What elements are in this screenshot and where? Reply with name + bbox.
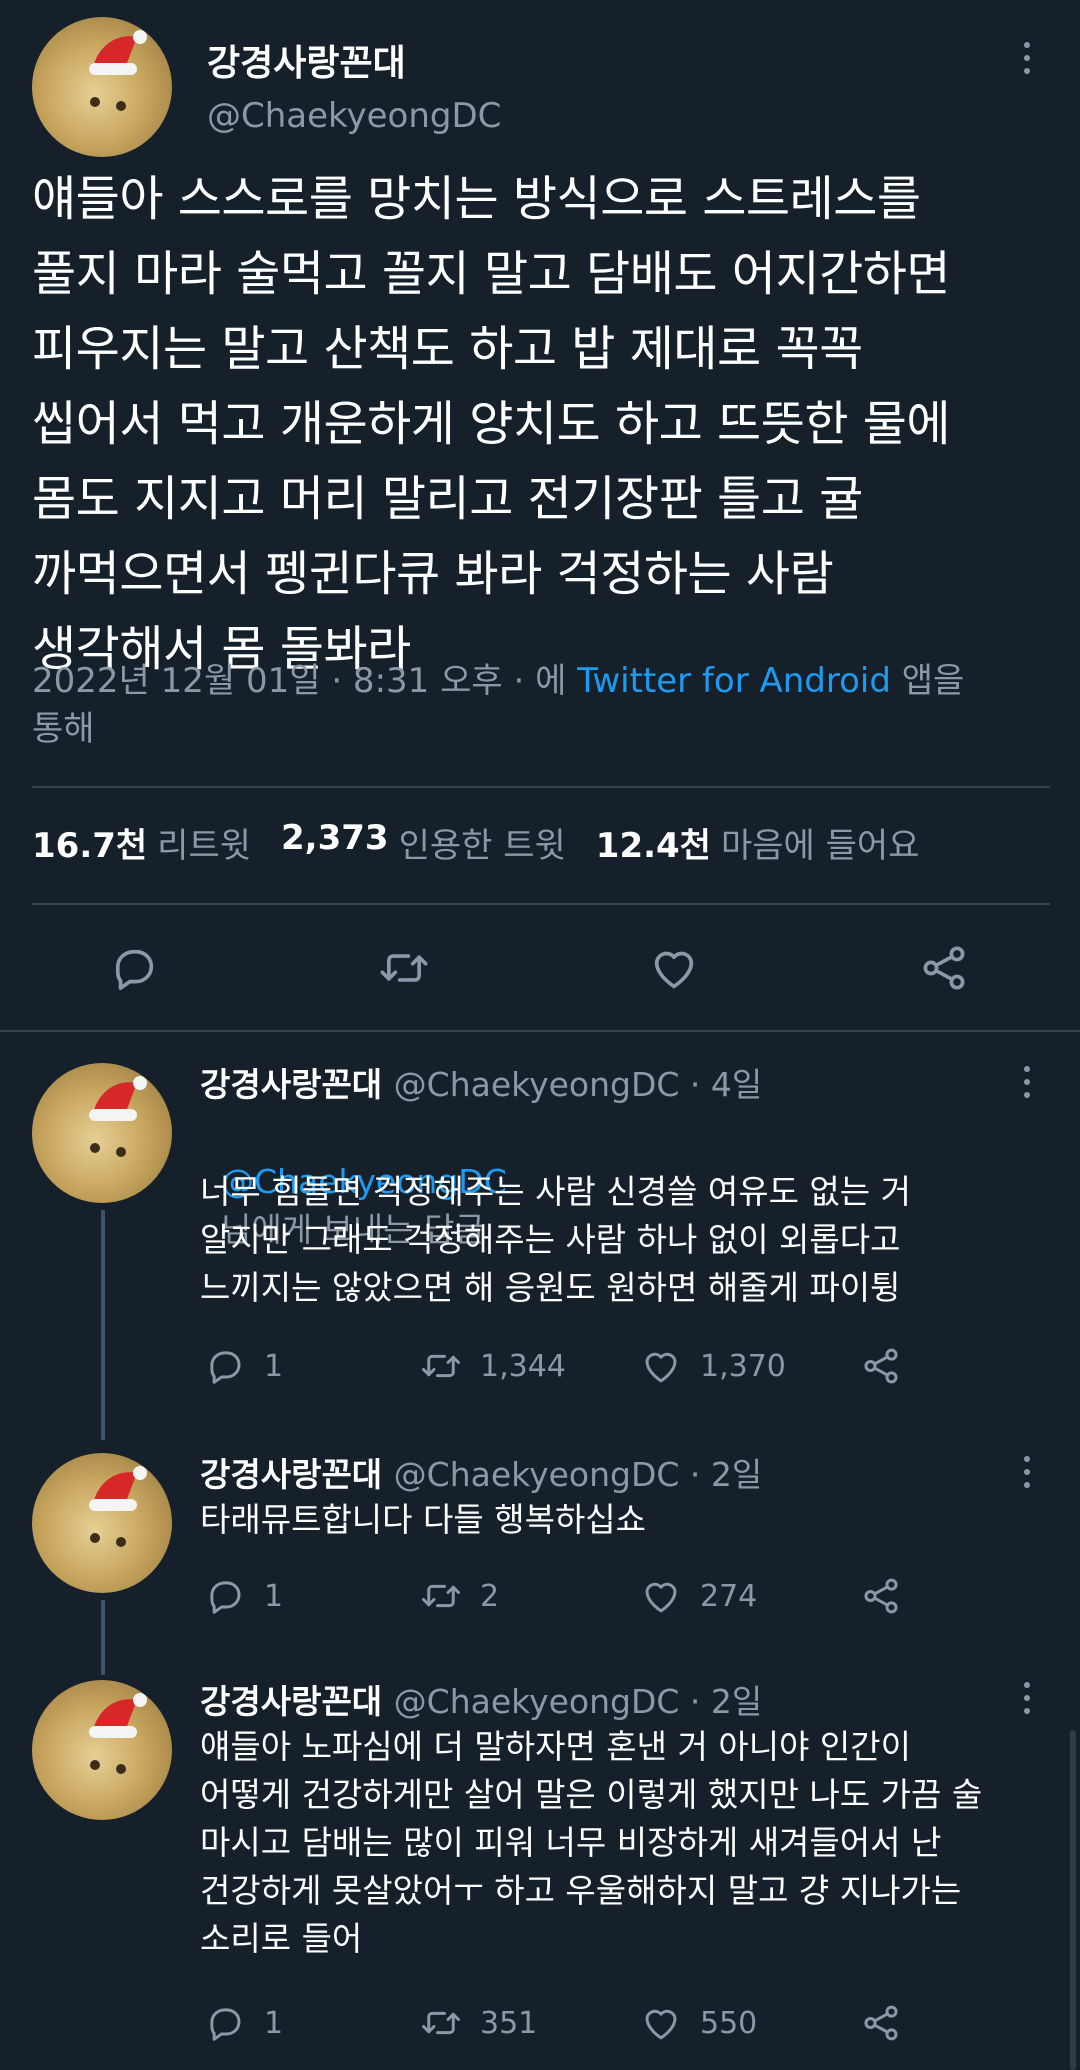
reply-author[interactable]: 강경사랑꼰대 @ChaekyeongDC · 2일: [200, 1675, 762, 1723]
retweet-count: 351: [480, 2005, 538, 2041]
like-action[interactable]: 550: [640, 2002, 757, 2044]
tweet-timestamp: 2022년 12월 01일 · 8:31 오후 · 에: [32, 661, 567, 701]
author-handle[interactable]: @ChaekyeongDC: [207, 96, 501, 136]
like-action[interactable]: 1,370: [640, 1345, 786, 1387]
like-count: 274: [700, 1578, 758, 1614]
retweet-icon: [420, 2002, 462, 2044]
reply-text: 얘들아 노파심에 더 말하자면 혼낸 거 아니야 인간이 어떻게 건강하게만 살…: [200, 1727, 983, 1958]
reply-avatar[interactable]: [32, 1063, 172, 1203]
reply-icon: [204, 1575, 246, 1617]
author-name[interactable]: 강경사랑꼰대: [207, 34, 406, 86]
quote-count[interactable]: 2,373: [281, 818, 389, 867]
santa-hat-icon: [87, 1073, 151, 1125]
tweet-meta-line2: 통해: [32, 709, 95, 749]
avatar-eye: [90, 1143, 100, 1153]
reply-count: 1: [264, 2005, 284, 2041]
avatar-eye: [116, 1537, 126, 1547]
reply-author-handle[interactable]: @ChaekyeongDC · 4일: [394, 1065, 763, 1104]
retweet-action[interactable]: 1,344: [420, 1345, 566, 1387]
avatar-eye: [90, 97, 100, 107]
reply-avatar[interactable]: [32, 1680, 172, 1820]
retweet-action[interactable]: 2: [420, 1575, 499, 1617]
reply-icon[interactable]: [108, 942, 160, 994]
reply-author-handle[interactable]: @ChaekyeongDC · 2일: [394, 1455, 763, 1494]
more-options-icon[interactable]: [1012, 1452, 1042, 1492]
like-count: 1,370: [700, 1348, 786, 1384]
like-icon: [640, 2002, 682, 2044]
share-icon: [860, 1345, 902, 1387]
santa-hat-icon: [87, 27, 151, 79]
reply-icon: [204, 1345, 246, 1387]
divider: [32, 786, 1050, 788]
avatar-eye: [116, 1764, 126, 1774]
reply-avatar[interactable]: [32, 1453, 172, 1593]
tweet-text: 얘들아 스스로를 망치는 방식으로 스트레스를 풀지 마라 술먹고 꼴지 말고 …: [32, 171, 951, 677]
quote-label[interactable]: 인용한 트윗: [399, 818, 566, 867]
share-icon[interactable]: [918, 942, 970, 994]
santa-hat-icon: [87, 1690, 151, 1742]
like-action[interactable]: 274: [640, 1575, 757, 1617]
retweet-count[interactable]: 16.7천: [32, 818, 147, 867]
more-options-icon[interactable]: [1012, 1678, 1042, 1718]
share-action[interactable]: [860, 1345, 920, 1387]
tweet-meta: 2022년 12월 01일 · 8:31 오후 · 에 Twitter for …: [32, 657, 1032, 753]
share-icon: [860, 1575, 902, 1617]
retweet-label[interactable]: 리트윗: [157, 818, 251, 867]
reply-author-name[interactable]: 강경사랑꼰대: [200, 1455, 382, 1494]
retweet-icon: [420, 1345, 462, 1387]
avatar-eye: [90, 1533, 100, 1543]
reply-icon: [204, 2002, 246, 2044]
share-action[interactable]: [860, 1575, 920, 1617]
reply-author-name[interactable]: 강경사랑꼰대: [200, 1682, 382, 1721]
scrollbar[interactable]: [1070, 1730, 1076, 2070]
reply-text: 너무 힘들면 걱정해주는 사람 신경쓸 여유도 없는 거 알지만 그래도 걱정해…: [200, 1172, 911, 1307]
retweet-count: 1,344: [480, 1348, 566, 1384]
like-count: 550: [700, 2005, 758, 2041]
divider: [0, 1030, 1080, 1032]
reply-count: 1: [264, 1578, 284, 1614]
more-options-icon[interactable]: [1012, 38, 1042, 78]
divider: [32, 903, 1050, 905]
more-options-icon[interactable]: [1012, 1062, 1042, 1102]
retweet-icon[interactable]: [378, 942, 430, 994]
reply-author-name[interactable]: 강경사랑꼰대: [200, 1065, 382, 1104]
share-icon: [860, 2002, 902, 2044]
retweet-action[interactable]: 351: [420, 2002, 537, 2044]
reply-action[interactable]: 1: [204, 1575, 283, 1617]
like-count[interactable]: 12.4천: [596, 818, 711, 867]
reply-count: 1: [264, 1348, 284, 1384]
reply-text: 타래뮤트합니다 다들 행복하십쇼: [200, 1500, 647, 1539]
like-icon: [640, 1575, 682, 1617]
like-icon[interactable]: [648, 942, 700, 994]
main-avatar[interactable]: [32, 17, 172, 157]
tweet-stats: 16.7천 리트윗 2,373 인용한 트윗 12.4천 마음에 들어요: [32, 818, 949, 867]
reply-author[interactable]: 강경사랑꼰대 @ChaekyeongDC · 2일: [200, 1448, 762, 1496]
thread-line: [101, 1210, 105, 1440]
retweet-count: 2: [480, 1578, 500, 1614]
retweet-icon: [420, 1575, 462, 1617]
like-label[interactable]: 마음에 들어요: [721, 818, 920, 867]
thread-line: [101, 1600, 105, 1675]
like-icon: [640, 1345, 682, 1387]
reply-action[interactable]: 1: [204, 2002, 283, 2044]
avatar-eye: [90, 1760, 100, 1770]
santa-hat-icon: [87, 1463, 151, 1515]
avatar-eye: [116, 101, 126, 111]
tweet-client-suffix: 앱을: [901, 661, 965, 701]
reply-author[interactable]: 강경사랑꼰대 @ChaekyeongDC · 4일: [200, 1058, 762, 1106]
avatar-eye: [116, 1147, 126, 1157]
share-action[interactable]: [860, 2002, 920, 2044]
tweet-client-link[interactable]: Twitter for Android: [577, 661, 891, 701]
reply-author-handle[interactable]: @ChaekyeongDC · 2일: [394, 1682, 763, 1721]
reply-action[interactable]: 1: [204, 1345, 283, 1387]
